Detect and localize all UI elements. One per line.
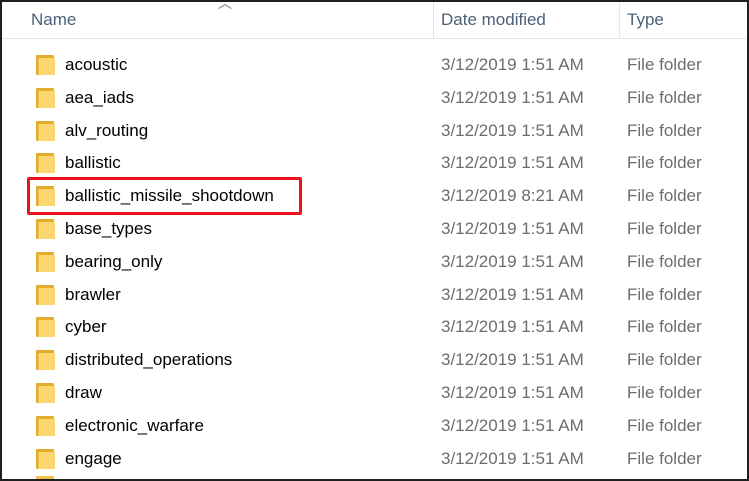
file-date-modified: 3/12/2019 1:51 AM	[441, 153, 584, 173]
file-date-modified: 3/12/2019 1:51 AM	[441, 120, 584, 140]
file-row[interactable]: draw 3/12/2019 1:51 AM File folder	[2, 377, 747, 410]
file-date-modified: 3/12/2019 1:51 AM	[441, 87, 584, 107]
file-row[interactable]: engage 3/12/2019 1:51 AM File folder	[2, 443, 747, 476]
file-name: alv_routing	[65, 120, 149, 140]
file-type: File folder	[627, 317, 702, 337]
file-type: File folder	[627, 284, 702, 304]
file-row[interactable]: base_types 3/12/2019 1:51 AM File folder	[2, 213, 747, 246]
file-name: aea_iads	[65, 87, 135, 107]
file-name: electronic_warfare	[65, 415, 204, 435]
folder-icon	[36, 251, 55, 272]
file-row[interactable]: electronic_warfare 3/12/2019 1:51 AM File …	[2, 410, 747, 443]
folder-icon	[36, 448, 55, 469]
file-name: bearing_only	[65, 251, 163, 271]
file-rows: acoustic 3/12/2019 1:51 AM File folder aea_…	[2, 49, 747, 475]
file-date-modified: 3/12/2019 1:51 AM	[441, 284, 584, 304]
file-name: draw	[65, 382, 102, 402]
file-list-view: ︿ Name Date modified Type acoustic 3/12/2…	[0, 0, 749, 481]
folder-icon	[36, 415, 55, 436]
file-date-modified: 3/12/2019 8:21 AM	[441, 186, 584, 206]
folder-icon	[36, 218, 55, 239]
file-date-modified: 3/12/2019 1:51 AM	[441, 317, 584, 337]
folder-icon	[36, 55, 55, 75]
file-name: cyber	[65, 317, 107, 337]
column-header-bar: ︿ Name Date modified Type	[2, 2, 747, 39]
file-date-modified: 3/12/2019 1:51 AM	[441, 448, 584, 468]
column-header-type[interactable]: Type	[620, 2, 747, 38]
file-name: distributed_operations	[65, 350, 233, 370]
folder-icon	[36, 476, 54, 479]
file-date-modified: 3/12/2019 1:51 AM	[441, 55, 584, 74]
file-type: File folder	[627, 415, 702, 435]
file-name: brawler	[65, 284, 121, 304]
file-row[interactable]: distributed_operations 3/12/2019 1:51 AM F…	[2, 344, 747, 377]
file-name: acoustic	[65, 55, 128, 74]
file-type: File folder	[627, 218, 702, 238]
file-name: engage	[65, 448, 122, 468]
column-header-name[interactable]: Name	[24, 2, 428, 38]
folder-icon	[36, 87, 55, 108]
file-row[interactable]: acoustic 3/12/2019 1:51 AM File folder	[2, 49, 747, 82]
file-name: base_types	[65, 218, 152, 238]
file-date-modified: 3/12/2019 1:51 AM	[441, 415, 584, 435]
file-type: File folder	[627, 382, 702, 402]
file-date-modified: 3/12/2019 1:51 AM	[441, 382, 584, 402]
file-type: File folder	[627, 350, 702, 370]
file-type: File folder	[627, 120, 702, 140]
file-date-modified: 3/12/2019 1:51 AM	[441, 218, 584, 238]
file-row[interactable]: brawler 3/12/2019 1:51 AM File folder	[2, 279, 747, 312]
column-header-date-modified[interactable]: Date modified	[434, 2, 618, 38]
folder-icon	[36, 350, 55, 371]
file-row[interactable]: aea_iads 3/12/2019 1:51 AM File folder	[2, 82, 747, 115]
file-type: File folder	[627, 251, 702, 271]
file-row[interactable]: alv_routing 3/12/2019 1:51 AM File folder	[2, 115, 747, 148]
file-type: File folder	[627, 87, 702, 107]
file-date-modified: 3/12/2019 1:51 AM	[441, 350, 584, 370]
file-type: File folder	[627, 55, 702, 74]
folder-icon	[36, 284, 55, 305]
folder-icon	[36, 153, 55, 174]
file-name: ballistic	[65, 153, 121, 173]
folder-icon	[36, 317, 55, 338]
file-type: File folder	[627, 186, 702, 206]
file-row[interactable]: cyber 3/12/2019 1:51 AM File folder	[2, 311, 747, 344]
folder-icon	[36, 120, 55, 141]
highlight-box	[27, 177, 302, 215]
file-type: File folder	[627, 448, 702, 468]
folder-icon	[36, 382, 55, 403]
file-row[interactable]: bearing_only 3/12/2019 1:51 AM File folder	[2, 246, 747, 279]
file-type: File folder	[627, 153, 702, 173]
file-row[interactable]: ballistic 3/12/2019 1:51 AM File folder	[2, 147, 747, 180]
file-date-modified: 3/12/2019 1:51 AM	[441, 251, 584, 271]
